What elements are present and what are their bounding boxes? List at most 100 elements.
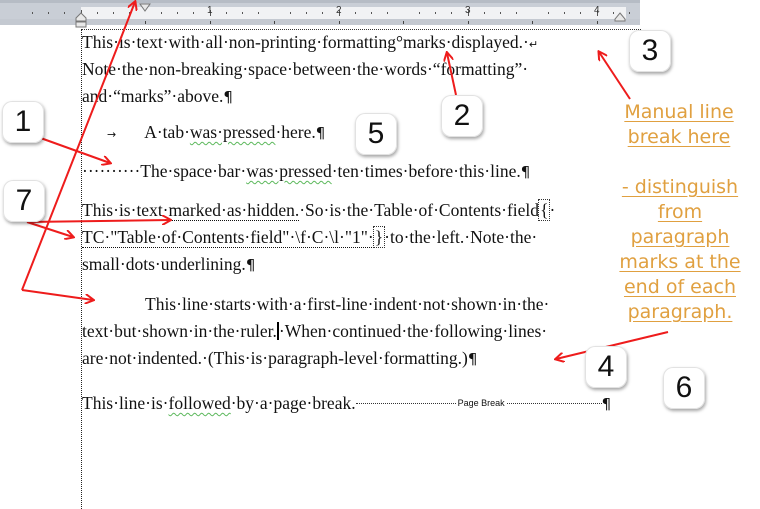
p2-text-b: ·here. [275, 122, 316, 142]
hidden-text: marked·as·hidden. [168, 200, 300, 221]
ruler-tick [564, 12, 565, 14]
p6-text-a: This·line·is· [82, 393, 169, 413]
ruler-tab-stop-tick [532, 21, 533, 24]
ruler-tick [322, 12, 323, 14]
ruler-tick [161, 12, 162, 14]
paragraph-mark: ¶ [245, 256, 256, 274]
field-brace-close[interactable]: } [372, 226, 386, 248]
callout-6: 6 [663, 367, 705, 409]
p1-line2: Note·the·non-breaking·space·between·the·… [82, 56, 528, 83]
p2-line: → A·tab·was·pressed·here.¶ [107, 119, 325, 148]
p6-line: This·line·is·followed·by·a·page·break. Pa… [82, 390, 611, 418]
ruler-tick [258, 12, 259, 14]
p1-line1-text: This·is·text·with·all·non-printing·forma… [82, 32, 529, 52]
note-line: - distinguish [621, 176, 739, 198]
field-brace-open[interactable]: { [538, 199, 551, 221]
ruler-bottom-strip [0, 19, 640, 25]
manual-line-break-mark: ↵ [528, 38, 539, 51]
ruler-tab-stop-tick [274, 21, 275, 24]
p4-line2: TC·"Table·of·Contents·field"·\f·C·\l·"1"… [82, 224, 537, 251]
left-indent-marker[interactable] [75, 12, 87, 28]
note-line: paragraph [630, 226, 730, 248]
p5-line1: This·line·starts·with·a·first-line·inden… [145, 291, 549, 318]
ruler-tab-stop-tick [597, 21, 598, 24]
tab-mark: → [107, 128, 117, 141]
ruler-tab-stop-tick [145, 21, 146, 24]
p1-line2-text: Note·the·non-breaking·space·between·the·… [82, 59, 529, 79]
note-line: from [657, 201, 703, 223]
p3-text-b: ·ten·times·before·this·line. [331, 161, 521, 181]
page-break-dots-right [506, 403, 602, 404]
p3-grammar-squiggle: was·pressed [246, 161, 332, 181]
ruler-tick [629, 12, 630, 14]
note-distinguish: - distinguish from paragraph marks at th… [608, 175, 752, 325]
ruler-tick [371, 12, 372, 14]
note-line: paragraph. [627, 301, 733, 323]
callout-1: 1 [2, 101, 44, 143]
ruler-number-3: 3 [465, 5, 471, 16]
page-break-dots-left [355, 403, 456, 404]
ruler-tick [242, 12, 243, 14]
callout-2: 2 [441, 95, 483, 137]
ruler-tick [306, 12, 307, 14]
p4-line3: small·dots·underlining.¶ [82, 251, 255, 279]
p4-line1-end: · [549, 200, 556, 220]
p3-text-a: The·space·bar· [140, 161, 247, 181]
ruler-tick [290, 12, 291, 14]
callout-7: 7 [3, 180, 45, 222]
p5-line2: text·but·shown·in·the·ruler. ·When·contin… [82, 318, 547, 345]
ruler-tick [548, 12, 549, 14]
ruler-tick [113, 12, 114, 14]
note-line: marks at the [619, 251, 741, 273]
callout-5: 5 [355, 113, 397, 155]
p5-line1-text: This·line·starts·with·a·first-line·inden… [145, 294, 550, 314]
p4-text-b: ·So·is·the·Table·of·Contents·field [299, 200, 540, 220]
ruler-tab-stop-tick [403, 21, 404, 24]
ruler-tick [48, 12, 49, 14]
paragraph-mark: ¶ [467, 350, 478, 368]
p4-text-a: This·is·text· [82, 200, 169, 220]
p6-text-b: ·by·a·page·break. [230, 393, 356, 413]
ruler-tick [226, 12, 227, 14]
arrow-3 [599, 52, 631, 100]
p6-grammar-squiggle: followed [168, 393, 231, 413]
ruler-tab-stop-tick [468, 21, 469, 24]
ruler-number-4: 4 [594, 5, 600, 16]
first-line-indent-marker[interactable] [139, 3, 151, 13]
space-dots: ·········· [82, 161, 141, 181]
ruler-tick [580, 12, 581, 14]
ruler-tick [64, 12, 65, 14]
callout-4: 4 [585, 346, 627, 388]
horizontal-ruler[interactable]: 1 2 3 4 [0, 0, 640, 28]
hidden-field-code: TC·"Table·of·Contents·field"·\f·C·\l·"1"… [82, 227, 374, 248]
note-line: break here [627, 126, 731, 148]
paragraph-mark: ¶ [315, 124, 326, 142]
p3-line: ··········The·space·bar·was·pressed·ten·… [82, 158, 530, 186]
ruler-tick [387, 12, 388, 14]
p5-line3: are·not·indented.·(This·is·paragraph-lev… [82, 345, 477, 373]
p1-line1: This·is·text·with·all·non-printing·forma… [82, 29, 538, 58]
p2-grammar-squiggle: was·pressed [189, 122, 276, 142]
ruler-tick [97, 12, 98, 14]
ruler-tick [484, 12, 485, 14]
ruler-tick [451, 12, 452, 14]
p1-line3: and·“marks”·above.¶ [82, 83, 233, 111]
ruler-tick [500, 12, 501, 14]
p2-text-a: A·tab· [144, 122, 190, 142]
callout-3: 3 [629, 30, 671, 72]
p1-line3-text: and·“marks”·above. [82, 86, 224, 106]
ruler-tick [129, 12, 130, 14]
p5-line2-text-b: ·When·continued·the·following·lines· [278, 321, 548, 341]
p4-line2-text: ·to·the·left.·Note·the· [384, 227, 538, 247]
right-indent-marker[interactable] [614, 12, 626, 22]
ruler-number-1: 1 [207, 5, 213, 16]
ruler-tab-stop-tick [210, 21, 211, 24]
arrow-7-hidden-2 [26, 221, 73, 237]
ruler-number-2: 2 [336, 5, 342, 16]
ruler-tick [193, 12, 194, 14]
p5-line2-text-a: text·but·shown·in·the·ruler. [82, 321, 277, 341]
ruler-tick [419, 12, 420, 14]
ruler-tab-stop-tick [339, 21, 340, 24]
paragraph-mark: ¶ [223, 88, 233, 106]
ruler-tick [177, 12, 178, 14]
